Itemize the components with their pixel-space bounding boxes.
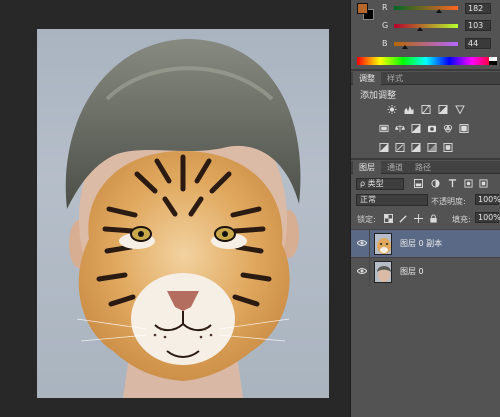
opacity-field[interactable]: 100% [475, 194, 500, 205]
channel-b-label: B [382, 39, 388, 48]
channel-r-value[interactable]: 182 [465, 3, 491, 14]
channel-mixer-icon[interactable] [443, 124, 453, 133]
filter-smart-object-icon[interactable] [479, 179, 488, 188]
add-adjustment-title: 添加调整 [360, 91, 397, 101]
vibrance-icon[interactable] [455, 105, 465, 114]
layer-row-base[interactable]: 图层 0 [351, 257, 500, 286]
channel-r-slider[interactable] [394, 6, 458, 10]
filter-pixel-icon[interactable] [414, 179, 423, 188]
channel-g-thumb[interactable] [416, 27, 423, 31]
channel-g-label: G [382, 21, 389, 30]
lock-image-icon[interactable] [399, 214, 408, 223]
layer-filter-dropdown[interactable]: ρ 类型 [356, 178, 404, 190]
lock-transparent-icon[interactable] [384, 214, 393, 223]
selective-color-icon[interactable] [443, 143, 453, 152]
layer-thumbnail-person [374, 261, 392, 283]
color-balance-icon[interactable] [395, 124, 405, 133]
opacity-label: 不透明度: [431, 197, 466, 206]
tab-styles[interactable]: 样式 [381, 72, 409, 85]
layer-separator [369, 230, 370, 258]
black-white-swatch[interactable] [489, 57, 497, 65]
canvas-image [65, 39, 301, 398]
eye-icon[interactable] [357, 267, 367, 275]
fill-label: 填充: [452, 215, 471, 224]
channel-b-thumb[interactable] [401, 45, 408, 49]
lock-position-icon[interactable] [414, 214, 423, 223]
tab-paths[interactable]: 路径 [409, 161, 437, 174]
layer-row-copy[interactable]: 图层 0 副本 [351, 229, 500, 258]
tab-layers[interactable]: 图层 [353, 161, 381, 174]
threshold-icon[interactable] [411, 143, 421, 152]
invert-icon[interactable] [379, 143, 389, 152]
lock-all-icon[interactable] [429, 214, 438, 223]
lock-label: 锁定: [357, 215, 376, 224]
channel-g-value[interactable]: 103 [465, 20, 491, 31]
panel-divider [351, 158, 500, 160]
photo-filter-icon[interactable] [427, 124, 437, 133]
right-panel: R 182 G 103 B 44 调整 样式 添加调整 图层 通道 路径 ρ 类… [350, 0, 500, 417]
channel-g-slider[interactable] [394, 24, 458, 28]
curves-icon[interactable] [421, 105, 431, 114]
filter-adjustment-icon[interactable] [431, 179, 440, 188]
brightness-icon[interactable] [387, 105, 397, 114]
black-white-icon[interactable] [411, 124, 421, 133]
posterize-icon[interactable] [395, 143, 405, 152]
color-lookup-icon[interactable] [459, 124, 469, 133]
fill-field[interactable]: 100% [475, 212, 500, 223]
channel-r-label: R [382, 3, 388, 12]
layer-name[interactable]: 图层 0 [400, 266, 424, 277]
blend-mode-dropdown[interactable]: 正常 [356, 194, 428, 206]
color-spectrum-bar[interactable] [357, 57, 495, 65]
filter-type-icon[interactable] [448, 179, 457, 188]
exposure-icon[interactable] [438, 105, 448, 114]
eye-icon[interactable] [357, 239, 367, 247]
filter-shape-icon[interactable] [464, 179, 473, 188]
foreground-color-swatch[interactable] [357, 3, 368, 14]
canvas-area[interactable] [0, 0, 350, 417]
tab-adjustments[interactable]: 调整 [353, 72, 381, 85]
layer-thumbnail-tiger [374, 233, 392, 255]
adjustments-tabbar: 调整 样式 [351, 72, 500, 85]
layer-name[interactable]: 图层 0 副本 [400, 238, 442, 249]
channel-b-value[interactable]: 44 [465, 38, 491, 49]
panel-divider [351, 69, 500, 71]
gradient-map-icon[interactable] [427, 143, 437, 152]
tab-channels[interactable]: 通道 [381, 161, 409, 174]
channel-r-thumb[interactable] [436, 9, 443, 13]
layers-tabbar: 图层 通道 路径 [351, 161, 500, 174]
hue-saturation-icon[interactable] [379, 124, 389, 133]
layer-separator [369, 258, 370, 286]
document-canvas[interactable] [37, 29, 329, 398]
levels-icon[interactable] [404, 105, 414, 114]
